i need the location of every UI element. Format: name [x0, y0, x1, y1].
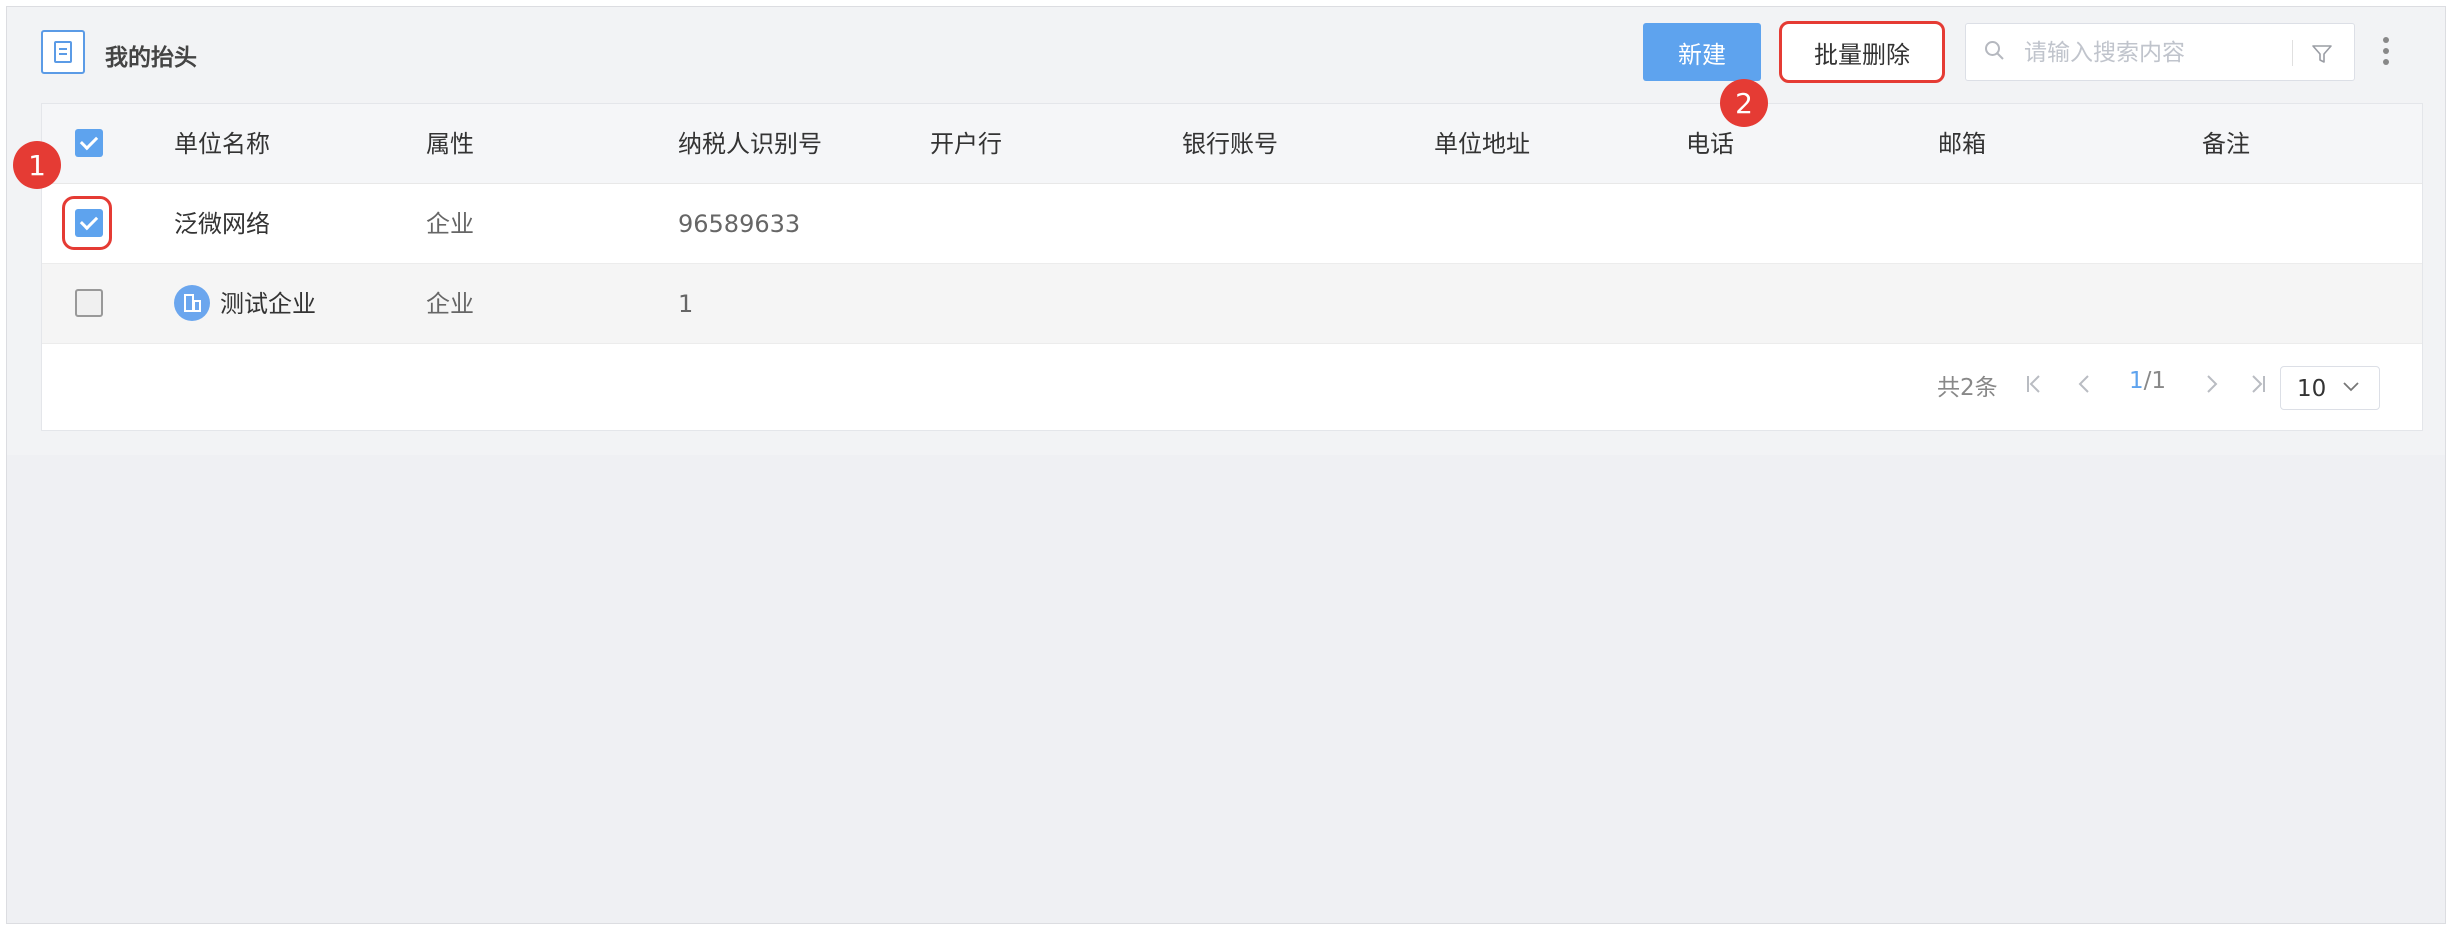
annotation-badge: 1: [13, 141, 61, 189]
table-row[interactable]: 测试企业 企业 1: [42, 264, 2422, 344]
document-icon: [41, 30, 85, 74]
row-checkbox[interactable]: [75, 209, 103, 237]
search-input[interactable]: [2022, 32, 2296, 74]
filter-icon[interactable]: [2310, 42, 2334, 66]
select-all-checkbox[interactable]: [75, 129, 103, 157]
chevron-down-icon: [2343, 382, 2359, 392]
annotation-badge: 2: [1720, 79, 1768, 127]
tax-id: 96589633: [678, 210, 801, 238]
app-frame: 我的抬头 新建 批量删除 单位名称 属性 纳税人识别: [6, 6, 2446, 924]
main-panel: 我的抬头 新建 批量删除 单位名称 属性 纳税人识别: [7, 7, 2445, 455]
invoice-title-table: 单位名称 属性 纳税人识别号 开户行 银行账号 单位地址 电话 邮箱 备注 泛微…: [41, 103, 2423, 431]
page-indicator: 1/1: [2129, 368, 2166, 394]
column-header: 单位地址: [1434, 130, 1530, 158]
table-header: 单位名称 属性 纳税人识别号 开户行 银行账号 单位地址 电话 邮箱 备注: [42, 104, 2422, 184]
unit-name: 泛微网络: [174, 210, 270, 238]
page-header: 我的抬头 新建 批量删除: [7, 7, 2445, 103]
first-page-icon[interactable]: [2019, 366, 2049, 402]
column-header: 备注: [2202, 130, 2250, 158]
last-page-icon[interactable]: [2243, 366, 2273, 402]
column-header: 单位名称: [174, 130, 270, 158]
page-size-select[interactable]: 10: [2280, 366, 2380, 410]
building-icon: [174, 285, 210, 321]
column-header: 属性: [426, 130, 474, 158]
next-page-icon[interactable]: [2197, 366, 2227, 402]
current-page: 1: [2129, 368, 2144, 394]
page-title: 我的抬头: [105, 45, 197, 71]
unit-type: 企业: [426, 290, 474, 318]
pagination: 共2条 1/1 10: [42, 344, 2422, 432]
search-icon: [1985, 41, 2004, 60]
search-box: [1965, 23, 2355, 81]
column-header: 银行账号: [1182, 130, 1278, 158]
column-header: 纳税人识别号: [678, 130, 822, 158]
new-button[interactable]: 新建: [1643, 23, 1761, 81]
row-checkbox[interactable]: [75, 289, 103, 317]
table-row[interactable]: 泛微网络 企业 96589633: [42, 184, 2422, 264]
search-divider: [2292, 40, 2293, 66]
batch-delete-button[interactable]: 批量删除: [1779, 21, 1945, 83]
total-count: 共2条: [1937, 375, 1998, 401]
column-header: 邮箱: [1938, 130, 1986, 158]
more-options-icon[interactable]: [2381, 37, 2391, 73]
total-pages: /1: [2143, 368, 2167, 394]
column-header: 开户行: [930, 130, 1002, 158]
unit-type: 企业: [426, 210, 474, 238]
tax-id: 1: [678, 290, 694, 318]
page-size-value: 10: [2297, 376, 2327, 402]
unit-name: 测试企业: [220, 290, 316, 318]
prev-page-icon[interactable]: [2069, 366, 2099, 402]
